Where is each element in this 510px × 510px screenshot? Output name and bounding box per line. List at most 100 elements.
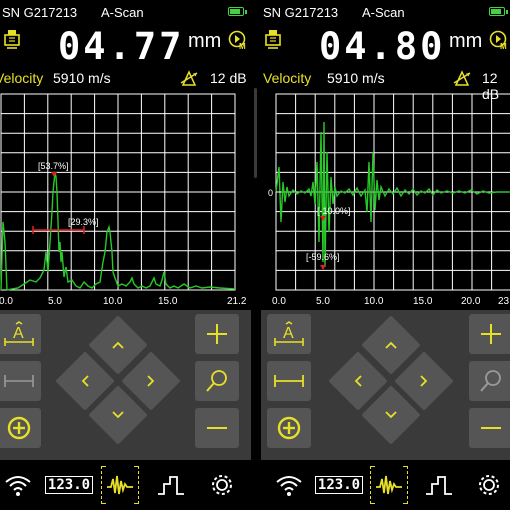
x-tick-label: 0.0	[272, 296, 286, 307]
a-scan-display[interactable]: 0 [-10.0%] [-59.6%] 0.0 5.0 10.0 15.0 20…	[261, 92, 510, 308]
increase-button[interactable]	[469, 314, 510, 354]
serial-number: SN G217213	[263, 5, 339, 20]
a-scan-svg: [53.7%] [29.3%] 0.0 5.0 10.0 15.0 21.2	[0, 93, 247, 307]
x-tick-label: 15.0	[158, 296, 178, 307]
magnifier-icon	[206, 370, 227, 392]
serial-number: SN G217213	[2, 5, 78, 20]
velocity-value[interactable]: 5910 m/s	[327, 70, 385, 86]
chevron-left-icon	[354, 375, 362, 387]
tab-settings[interactable]	[197, 460, 247, 510]
x-tick-label: 10.0	[103, 296, 123, 307]
delta-a-measure-icon: A	[4, 321, 34, 346]
tab-wifi[interactable]	[0, 460, 43, 510]
tab-readout[interactable]: 123.0	[314, 460, 364, 510]
measure-button[interactable]: A	[267, 314, 311, 354]
memory-icon[interactable]: M	[228, 30, 248, 50]
plus-icon	[481, 324, 501, 344]
gain-icon[interactable]	[180, 69, 198, 87]
x-tick-label: 5.0	[48, 296, 62, 307]
add-gate-button[interactable]	[267, 408, 311, 448]
y-zero-label: 0	[268, 188, 273, 198]
status-bar: SN G217213 A-Scan	[261, 0, 510, 26]
decrease-button[interactable]	[195, 408, 239, 448]
decrease-button[interactable]	[469, 408, 510, 448]
zoom-button[interactable]	[469, 361, 510, 401]
span-icon	[274, 375, 304, 387]
svg-text:M: M	[239, 42, 246, 50]
gain-value[interactable]: 12 dB	[210, 70, 247, 86]
peak-label-2: [29.3%]	[68, 217, 99, 227]
x-tick-label: 0.0	[0, 296, 13, 307]
info-row: Velocity 5910 m/s 12 dB	[0, 68, 251, 90]
a-scan-svg: 0 [-10.0%] [-59.6%] 0.0 5.0 10.0 15.0 20…	[268, 93, 510, 307]
probe-icon[interactable]	[264, 29, 282, 49]
chevron-down-icon	[385, 411, 397, 419]
x-tick-label: 10.0	[364, 296, 384, 307]
grid	[0, 93, 236, 291]
tab-settings[interactable]	[464, 460, 510, 510]
increase-button[interactable]	[195, 314, 239, 354]
tab-readout[interactable]: 123.0	[44, 460, 94, 510]
settings-icon	[479, 475, 499, 495]
device-panel-left: SN G217213 A-Scan 04.77 mm M Velocity 59…	[0, 0, 251, 510]
thickness-value: 04.80	[319, 25, 446, 68]
gain-icon[interactable]	[453, 69, 471, 87]
tab-wifi[interactable]	[264, 460, 314, 510]
echo-trace	[275, 121, 510, 268]
peak-label-1: [53.7%]	[38, 161, 69, 171]
mode-label: A-Scan	[101, 5, 144, 20]
chevron-right-icon	[420, 375, 428, 387]
peak-marker	[320, 265, 326, 270]
velocity-label: Velocity	[0, 70, 44, 86]
status-bar: SN G217213 A-Scan	[0, 0, 251, 26]
svg-text:A: A	[283, 325, 294, 342]
a-scan-display[interactable]: [53.7%] [29.3%] 0.0 5.0 10.0 15.0 21.2	[0, 92, 251, 308]
svg-text:M: M	[500, 42, 507, 50]
chevron-up-icon	[385, 341, 397, 349]
memory-icon[interactable]: M	[489, 30, 509, 50]
mode-label: A-Scan	[362, 5, 405, 20]
gate-icon	[158, 476, 184, 495]
minus-icon	[207, 427, 227, 429]
gate-icon	[426, 476, 452, 495]
plus-circle-icon	[7, 416, 31, 440]
panel-divider	[251, 0, 261, 510]
x-tick-label: 21.2	[227, 296, 247, 307]
span-icon	[4, 375, 34, 387]
settings-icon	[212, 475, 232, 495]
velocity-value[interactable]: 5910 m/s	[53, 70, 111, 86]
tab-waveform[interactable]	[364, 460, 414, 510]
thickness-unit: mm	[449, 30, 483, 52]
zoom-button[interactable]	[195, 361, 239, 401]
thickness-unit: mm	[188, 30, 222, 52]
thickness-value: 04.77	[58, 25, 185, 68]
waveform-icon	[107, 475, 133, 495]
add-gate-button[interactable]	[0, 408, 41, 448]
thickness-readout: 04.80 mm M	[261, 26, 510, 68]
control-pad: A	[261, 310, 510, 460]
velocity-label: Velocity	[263, 70, 312, 86]
chevron-right-icon	[147, 375, 155, 387]
span-button[interactable]	[267, 361, 311, 401]
chevron-left-icon	[81, 375, 89, 387]
magnifier-icon	[480, 370, 501, 392]
tab-gate[interactable]	[414, 460, 464, 510]
x-tick-label: 20.0	[461, 296, 481, 307]
readout-tab-label: 123.0	[44, 476, 94, 494]
probe-icon[interactable]	[3, 29, 21, 49]
x-tick-label: 23	[498, 296, 510, 307]
peak-label-1: [-10.0%]	[317, 206, 351, 216]
control-pad: A	[0, 310, 251, 460]
wifi-icon	[276, 476, 302, 496]
minus-icon	[481, 427, 501, 429]
svg-text:A: A	[13, 325, 24, 342]
thickness-readout: 04.77 mm M	[0, 26, 251, 68]
span-button[interactable]	[0, 361, 41, 401]
screen: SN G217213 A-Scan 04.77 mm M Velocity 59…	[0, 0, 510, 510]
tab-waveform[interactable]	[95, 460, 145, 510]
measure-button[interactable]: A	[0, 314, 41, 354]
tab-gate[interactable]	[146, 460, 196, 510]
info-row: Velocity 5910 m/s 12 dB	[261, 68, 510, 102]
chevron-down-icon	[112, 411, 124, 419]
x-tick-label: 15.0	[413, 296, 433, 307]
